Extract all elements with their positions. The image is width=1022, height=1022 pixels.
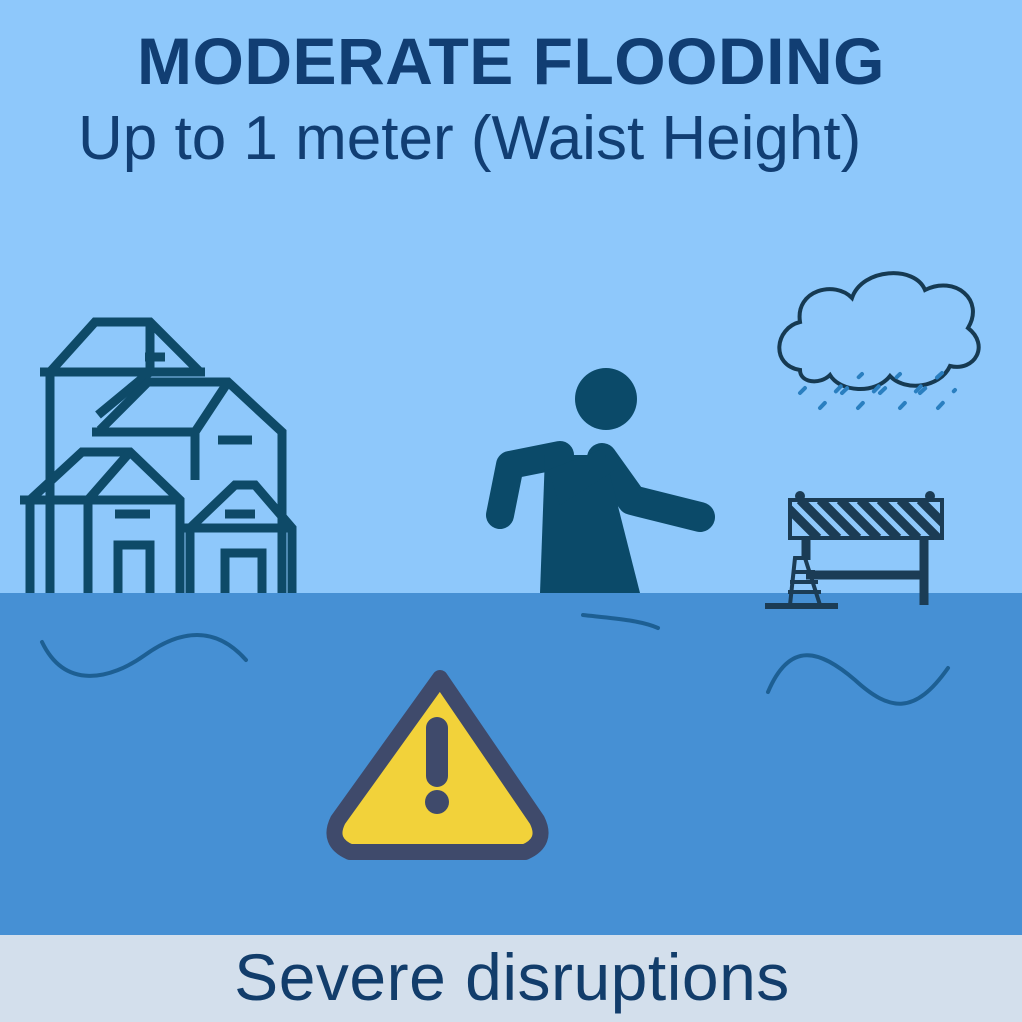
warning-icon	[326, 670, 549, 860]
footer-banner: Severe disruptions	[0, 935, 1022, 1022]
traffic-cone-icon	[765, 556, 838, 609]
flood-infographic: MODERATE FLOODING Up to 1 meter (Waist H…	[0, 0, 1022, 1022]
footer-label: Severe disruptions	[234, 939, 790, 1014]
rain-cloud-icon	[777, 271, 981, 410]
walking-person-icon	[486, 368, 715, 593]
houses-icon	[20, 317, 297, 593]
road-barrier-icon	[788, 491, 944, 605]
water-waves	[40, 613, 950, 706]
illustration	[20, 271, 981, 860]
